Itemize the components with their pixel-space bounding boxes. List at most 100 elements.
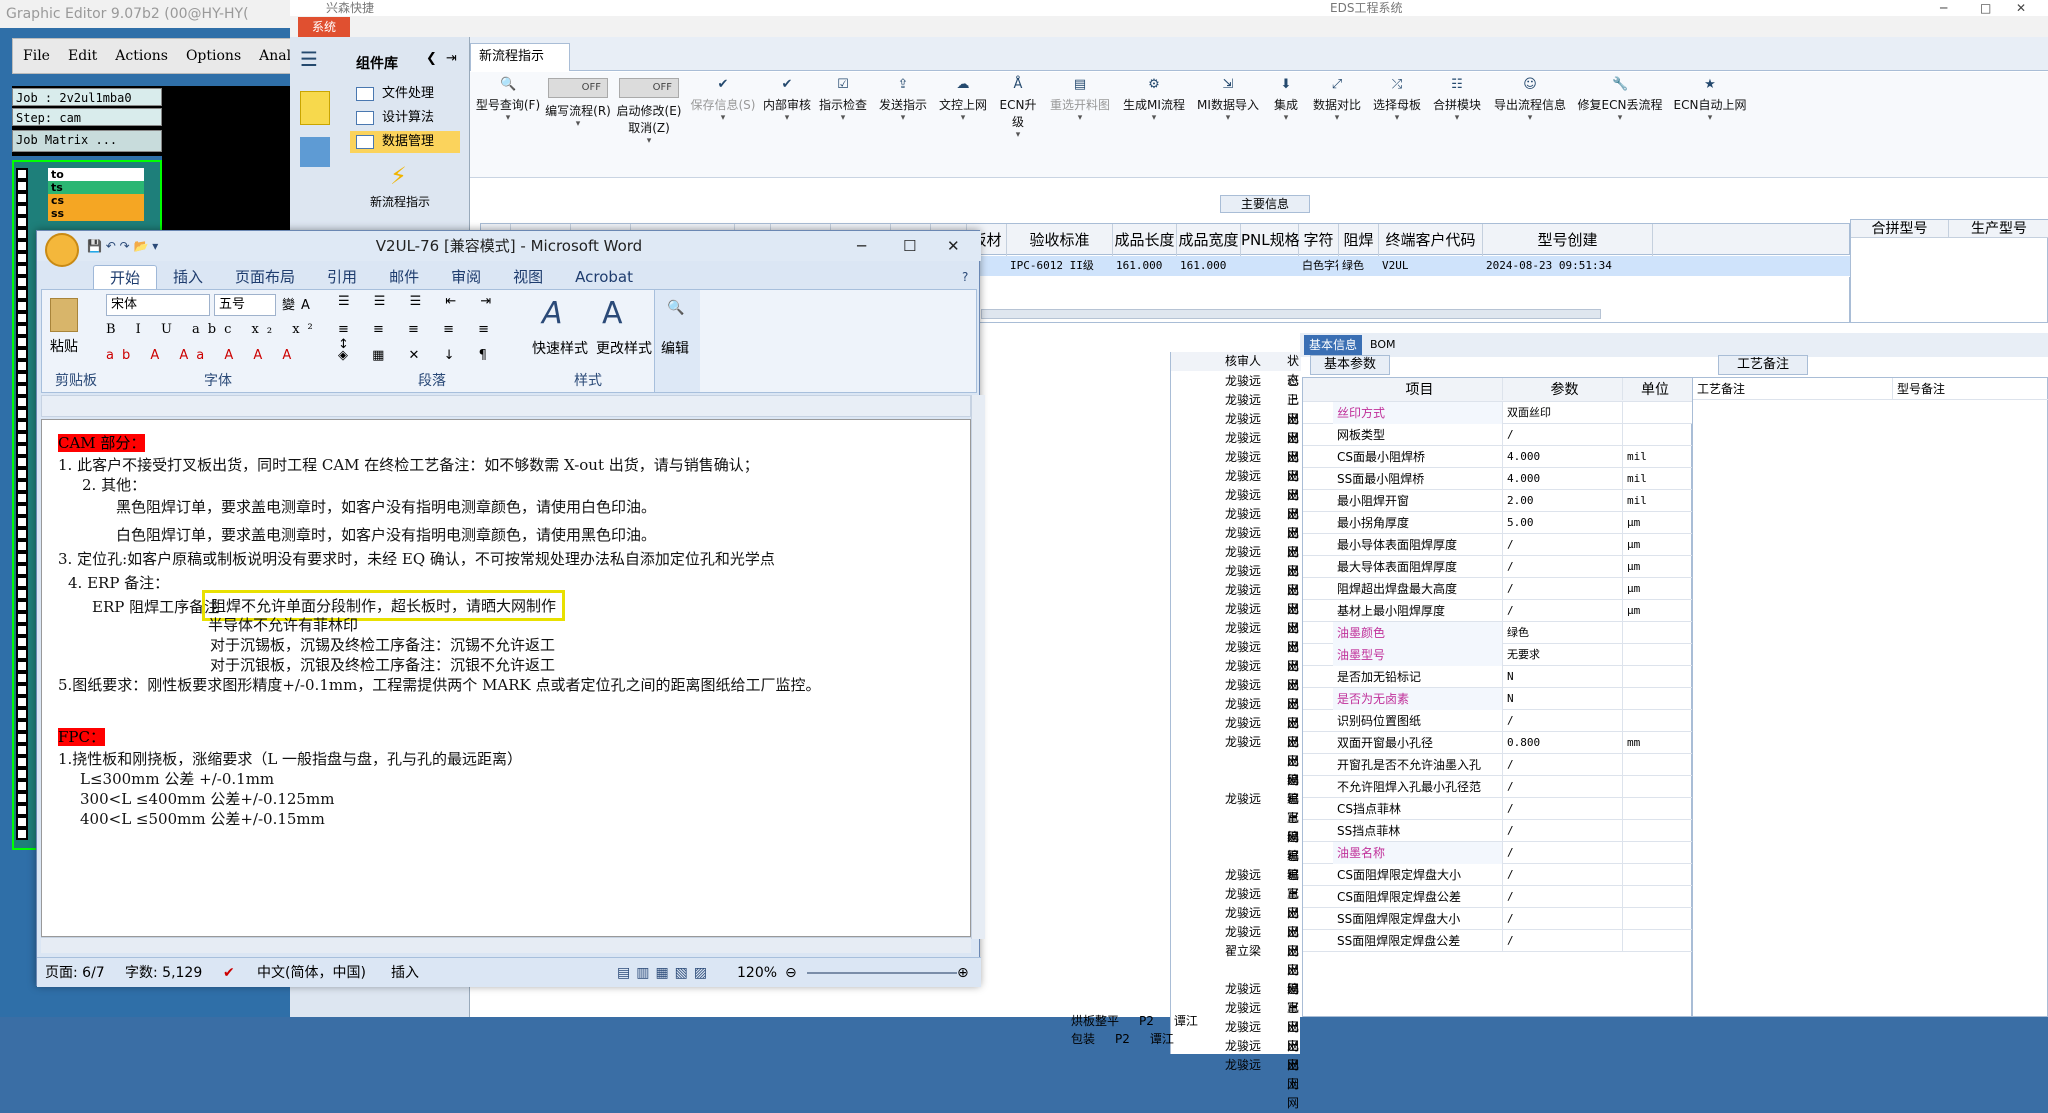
proofing-icon[interactable]: ✔ bbox=[223, 958, 235, 988]
doc-horizontal-scrollbar[interactable] bbox=[41, 937, 971, 953]
layer-checkbox[interactable] bbox=[16, 336, 28, 348]
layer-checkbox[interactable] bbox=[16, 540, 28, 552]
param-value[interactable]: / bbox=[1503, 424, 1623, 446]
close-icon[interactable]: ✕ bbox=[2016, 0, 2026, 16]
paste-icon[interactable] bbox=[50, 298, 78, 332]
doc-line[interactable]: 300<L ≤400mm 公差+/-0.125mm bbox=[80, 788, 334, 809]
toolbar-button[interactable]: ☷ 合拼模块 ▾ bbox=[1428, 78, 1486, 158]
toolbar-button[interactable]: ✔ 内部审核 ▾ bbox=[762, 78, 812, 158]
lightning-icon[interactable]: ⚡ bbox=[390, 162, 414, 192]
sidebar-item[interactable]: 文件处理 bbox=[350, 83, 460, 105]
layer-row[interactable]: ss bbox=[48, 207, 144, 221]
layer-checkbox[interactable] bbox=[16, 732, 28, 744]
list-item[interactable]: 龙骏远 已上网 bbox=[1171, 391, 1301, 445]
param-row[interactable]: 最小拐角厚度 5.00 μm bbox=[1303, 512, 1693, 534]
change-styles-icon[interactable]: A bbox=[602, 296, 632, 331]
tab-new-flow[interactable]: 新流程指示 ✕ bbox=[470, 43, 570, 90]
param-row[interactable]: 油墨型号 无要求 bbox=[1303, 644, 1693, 666]
minimize-icon[interactable]: ─ bbox=[1940, 0, 1947, 16]
param-value[interactable]: / bbox=[1503, 820, 1623, 842]
layer-checkbox[interactable] bbox=[16, 252, 28, 264]
layer-checkbox[interactable] bbox=[16, 504, 28, 516]
layer-checkbox[interactable] bbox=[16, 492, 28, 504]
param-row[interactable]: 油墨名称 / bbox=[1303, 842, 1693, 864]
sidebar-item[interactable]: 设计算法 bbox=[350, 107, 460, 129]
word-tab[interactable]: 审阅 bbox=[435, 265, 497, 289]
tab-bom[interactable]: BOM bbox=[1370, 335, 1410, 355]
grid-cell[interactable]: 161.000 bbox=[1112, 256, 1176, 276]
list-item[interactable]: 龙骏远 已上网 bbox=[1171, 638, 1301, 692]
word-tab[interactable]: 邮件 bbox=[373, 265, 435, 289]
layer-checkbox[interactable] bbox=[16, 468, 28, 480]
flow-label[interactable]: 新流程指示 bbox=[370, 193, 430, 210]
system-tab[interactable]: 系统 bbox=[298, 17, 350, 37]
font-case-icons[interactable]: 變A bbox=[282, 294, 326, 316]
status-zoom[interactable]: 120% bbox=[737, 958, 777, 988]
doc-line[interactable]: CAM 部分： bbox=[58, 432, 146, 453]
status-words[interactable]: 字数: 5,129 bbox=[125, 958, 202, 988]
job-matrix-button[interactable]: Job Matrix ... bbox=[12, 130, 162, 152]
list-item[interactable]: 龙骏远 已上网 bbox=[1171, 866, 1301, 920]
list-icons[interactable]: ☰ ☰ ☰ ⇤ ⇥ bbox=[338, 294, 518, 316]
layer-checkbox[interactable] bbox=[16, 276, 28, 288]
toolbar-button[interactable]: OFF 编写流程(R) ▾ bbox=[544, 78, 612, 158]
office-button-icon[interactable] bbox=[45, 233, 79, 267]
help-icon[interactable]: ? bbox=[962, 270, 968, 284]
word-tab[interactable]: 插入 bbox=[157, 265, 219, 289]
param-value[interactable]: 5.00 bbox=[1503, 512, 1623, 534]
param-value[interactable]: / bbox=[1503, 710, 1623, 732]
maximize-icon[interactable]: □ bbox=[1980, 0, 1991, 16]
param-value[interactable]: / bbox=[1503, 842, 1623, 864]
toolbar-button[interactable]: ☑ 指示检查 ▾ bbox=[814, 78, 872, 158]
list-item[interactable]: 龙骏远 已上网 bbox=[1171, 600, 1301, 654]
list-item[interactable]: 龙骏远 已上网 bbox=[1171, 657, 1301, 711]
list-item[interactable]: 已编写 bbox=[1171, 847, 1301, 901]
param-row[interactable]: SS面最小阻焊桥 4.000 mil bbox=[1303, 468, 1693, 490]
ge-menu-item[interactable]: Actions bbox=[115, 48, 168, 64]
grid-cell[interactable]: 2024-08-23 09:51:34 bbox=[1482, 256, 1652, 276]
layer-checkbox[interactable] bbox=[16, 612, 28, 624]
list-item[interactable]: 龙骏远 已上网 bbox=[1171, 505, 1301, 559]
list-item[interactable]: 龙骏远 已上网 bbox=[1171, 676, 1301, 730]
param-row[interactable]: SS挡点菲林 / bbox=[1303, 820, 1693, 842]
param-value[interactable]: N bbox=[1503, 666, 1623, 688]
font-size-select[interactable]: 五号 bbox=[214, 294, 276, 316]
layer-checkbox[interactable] bbox=[16, 324, 28, 336]
grid-cell[interactable]: IPC-6012 II级 bbox=[1006, 256, 1112, 276]
layer-checkbox[interactable] bbox=[16, 696, 28, 708]
param-value[interactable]: / bbox=[1503, 754, 1623, 776]
doc-line[interactable]: 对于沉锡板，沉锡及终检工序备注：沉锡不允许返工 bbox=[210, 634, 555, 655]
sidebar-item[interactable]: 数据管理 bbox=[350, 131, 460, 153]
grid-column-header[interactable]: 成品宽度 bbox=[1177, 224, 1241, 256]
layer-checkbox[interactable] bbox=[16, 360, 28, 372]
quick-access-icon[interactable]: 💾 ↶ ↷ 📂 ▾ bbox=[87, 231, 158, 261]
word-tab[interactable]: 视图 bbox=[497, 265, 559, 289]
layer-checkbox[interactable] bbox=[16, 708, 28, 720]
status-page[interactable]: 页面: 6/7 bbox=[45, 958, 105, 988]
param-row[interactable]: CS面最小阻焊桥 4.000 mil bbox=[1303, 446, 1693, 468]
param-value[interactable]: / bbox=[1503, 556, 1623, 578]
doc-line[interactable]: ERP 阻焊工序备注 bbox=[92, 596, 219, 617]
word-tab[interactable]: 开始 bbox=[93, 265, 158, 289]
layer-checkbox[interactable] bbox=[16, 684, 28, 696]
list-item[interactable]: 龙骏远 已上网 bbox=[1171, 581, 1301, 635]
list-item[interactable]: 龙骏远 已上网 bbox=[1171, 923, 1301, 977]
toolbar-button[interactable]: ⇲ MI数据导入 ▾ bbox=[1192, 78, 1264, 158]
layer-checkbox[interactable] bbox=[16, 792, 28, 804]
param-value[interactable]: N bbox=[1503, 688, 1623, 710]
param-row[interactable]: CS挡点菲林 / bbox=[1303, 798, 1693, 820]
param-row[interactable]: SS面阻焊限定焊盘公差 / bbox=[1303, 930, 1693, 952]
zoom-out-icon[interactable]: ⊖ bbox=[785, 958, 797, 988]
menu-icon[interactable]: ☰ bbox=[300, 49, 328, 69]
layer-checkbox[interactable] bbox=[16, 780, 28, 792]
list-item[interactable]: 龙骏远 已上网 bbox=[1171, 714, 1301, 768]
list-item[interactable]: 龙骏远 已上网 bbox=[1171, 619, 1301, 673]
doc-line[interactable]: 对于沉银板，沉银及终检工序备注：沉银不允许返工 bbox=[210, 654, 555, 675]
layer-row[interactable]: ts bbox=[48, 181, 144, 195]
doc-line[interactable]: 4. ERP 备注： bbox=[68, 572, 169, 593]
status-language[interactable]: 中文(简体，中国) bbox=[257, 958, 366, 988]
param-row[interactable]: 不允许阻焊入孔最小孔径范 / bbox=[1303, 776, 1693, 798]
list-item[interactable]: 龙骏远 已上网 bbox=[1171, 695, 1301, 749]
param-value[interactable]: 4.000 bbox=[1503, 468, 1623, 490]
ruler[interactable] bbox=[41, 395, 971, 417]
